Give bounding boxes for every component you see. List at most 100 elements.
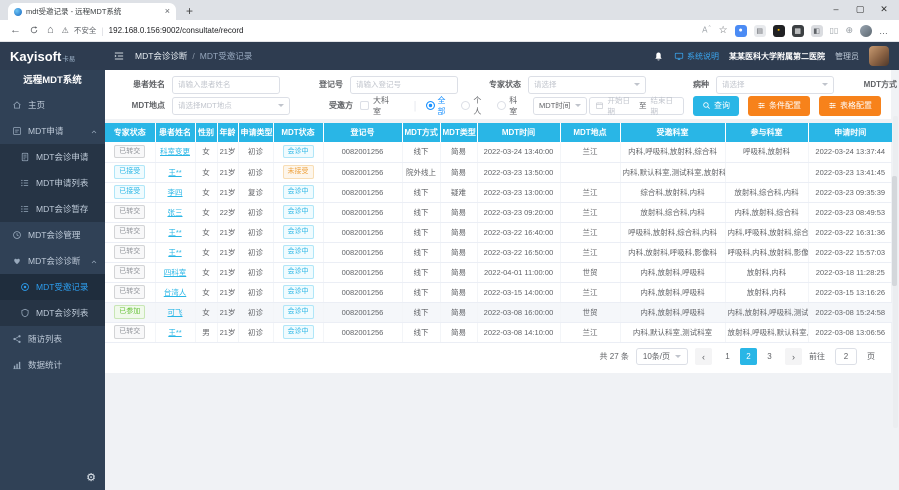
font-size-icon[interactable]: A⌃	[702, 26, 712, 35]
table-row[interactable]: 已转交科室变更女21岁初诊会诊中0082001256线下简易2022-03-24…	[105, 142, 892, 162]
patient-name-link[interactable]: 王**	[168, 328, 181, 337]
settings-gear-icon[interactable]: ⚙	[86, 471, 96, 484]
cell-expert-status: 已转交	[105, 262, 155, 282]
page-button-3[interactable]: 3	[761, 348, 778, 365]
prev-page-button[interactable]: ‹	[695, 348, 712, 365]
next-page-button[interactable]: ›	[785, 348, 802, 365]
invitee-radio-个人[interactable]	[461, 101, 470, 110]
sidebar-item-mdt-apply-list[interactable]: MDT申请列表	[0, 170, 105, 196]
sidebar-item-mdt-invite-record[interactable]: MDT受邀记录	[0, 274, 105, 300]
cell-mdt-place: 兰江	[560, 142, 620, 162]
caret-down-icon	[278, 104, 284, 107]
radio-label[interactable]: 全部	[438, 95, 452, 117]
sidebar-item-label: MDT会诊管理	[28, 229, 80, 241]
sidebar-item-mdt-consult-list[interactable]: MDT会诊列表	[0, 300, 105, 326]
expert-status-select[interactable]: 请选择	[528, 76, 646, 94]
column-header-5: MDT状态	[273, 123, 323, 142]
extension-icon[interactable]: ●	[735, 25, 747, 37]
expert-status-badge: 已接受	[114, 185, 145, 198]
search-icon	[702, 101, 711, 110]
sidebar-item-mdt-manage[interactable]: MDT会诊管理	[0, 222, 105, 248]
browser-profile-avatar[interactable]	[860, 25, 872, 37]
patient-name-link[interactable]: 王**	[168, 228, 181, 237]
patient-name-input[interactable]	[172, 76, 280, 94]
radio-label[interactable]: 个人	[473, 95, 487, 117]
table-row[interactable]: 已转交四科室女21岁初诊会诊中0082001256线下简易2022-04-01 …	[105, 262, 892, 282]
table-row[interactable]: 已转交王**男21岁初诊会诊中0082001256线下简易2022-03-08 …	[105, 322, 892, 342]
table-row[interactable]: 已转交张三女22岁初诊会诊中0082001256线下简易2022-03-23 0…	[105, 202, 892, 222]
table-row[interactable]: 已转交王**女21岁初诊会诊中0082001256线下简易2022-03-22 …	[105, 222, 892, 242]
sidebar-item-mdt-apply-form[interactable]: MDT会诊申请	[0, 144, 105, 170]
extension-icon[interactable]: ▦	[792, 25, 804, 37]
window-close-button[interactable]: ✕	[873, 0, 895, 20]
cell-mdt-mode: 线下	[402, 282, 440, 302]
scrollbar-thumb[interactable]	[892, 176, 897, 286]
back-icon[interactable]: ←	[10, 25, 21, 36]
cell-mdt-status: 会诊中	[273, 202, 323, 222]
patient-name-link[interactable]: 四科室	[164, 268, 187, 277]
mdt-mode-label: MDT方式	[847, 79, 897, 90]
patient-name-link[interactable]: 张三	[168, 208, 183, 217]
goto-page-input[interactable]	[835, 348, 857, 365]
table-row[interactable]: 已参加可飞女21岁初诊会诊中0082001256线下简易2022-03-08 1…	[105, 302, 892, 322]
cell-name: 科室变更	[155, 142, 195, 162]
split-screen-icon[interactable]: ▯▯	[830, 27, 839, 35]
favorite-star-icon[interactable]: ☆	[719, 25, 728, 36]
refresh-icon[interactable]	[29, 25, 39, 36]
invitee-radio-全部[interactable]	[426, 101, 435, 110]
sidebar-item-mdt-apply-draft[interactable]: MDT会诊暂存	[0, 196, 105, 222]
disease-select[interactable]: 请选择	[716, 76, 834, 94]
browser-menu-icon[interactable]: …	[879, 26, 889, 36]
table-row[interactable]: 已转交王**女21岁初诊会诊中0082001256线下简易2022-03-22 …	[105, 242, 892, 262]
table-row[interactable]: 已转交台湾人女21岁初诊会诊中0082001256线下简易2022-03-15 …	[105, 282, 892, 302]
big-dept-checkbox[interactable]	[360, 101, 369, 110]
sidebar-item-mdt-apply[interactable]: MDT申请	[0, 118, 105, 144]
sidebar-item-mdt-diagnose[interactable]: MDT会诊诊断	[0, 248, 105, 274]
mdt-status-badge: 会诊中	[283, 225, 314, 238]
patient-name-link[interactable]: 台湾人	[164, 288, 187, 297]
table-row[interactable]: 已接受王**女21岁初诊未接受0082001256院外线上简易2022-03-2…	[105, 162, 892, 182]
user-avatar[interactable]	[869, 46, 889, 66]
browser-tab[interactable]: mdt受邀记录 - 远程MDT系统 ×	[8, 3, 176, 20]
url-field[interactable]: ⚠ 不安全 | 192.168.0.156:9002/consultate/re…	[62, 25, 694, 36]
collections-icon[interactable]: ⊕	[845, 26, 853, 35]
invitee-radio-科室[interactable]	[497, 101, 506, 110]
new-tab-button[interactable]: +	[186, 3, 193, 20]
mdt-status-badge: 会诊中	[283, 185, 314, 198]
patient-name-link[interactable]: 王**	[168, 168, 181, 177]
window-maximize-button[interactable]: ▢	[849, 0, 871, 20]
extension-icon[interactable]: ◧	[811, 25, 823, 37]
sidebar-item-home[interactable]: 主页	[0, 92, 105, 118]
mdt-place-select[interactable]: 请选择MDT地点	[172, 97, 290, 115]
page-button-2[interactable]: 2	[740, 348, 757, 365]
table-row[interactable]: 已接受李四女21岁复诊会诊中0082001256线下疑难2022-03-23 1…	[105, 182, 892, 202]
cell-name: 可飞	[155, 302, 195, 322]
search-button[interactable]: 查询	[693, 96, 739, 116]
patient-name-link[interactable]: 科室变更	[160, 147, 190, 156]
cell-mdt-mode: 院外线上	[402, 162, 440, 182]
cell-name: 王**	[155, 162, 195, 182]
patient-name-link[interactable]: 王**	[168, 248, 181, 257]
extension-icon[interactable]: ▤	[754, 25, 766, 37]
table-config-button[interactable]: 表格配置	[819, 96, 881, 116]
tab-close-icon[interactable]: ×	[165, 7, 170, 16]
date-range-picker[interactable]: 开始日期 至 结束日期	[589, 97, 684, 115]
sidebar-item-data-stats[interactable]: 数据统计	[0, 352, 105, 378]
patient-name-link[interactable]: 李四	[168, 188, 183, 197]
page-button-1[interactable]: 1	[719, 348, 736, 365]
system-help-link[interactable]: 系统说明	[674, 51, 719, 62]
sidebar-item-followup-list[interactable]: 随访列表	[0, 326, 105, 352]
radio-label[interactable]: 科室	[509, 95, 523, 117]
extension-icon[interactable]: ▪	[773, 25, 785, 37]
sidebar-fold-icon[interactable]	[113, 50, 125, 62]
home-icon[interactable]: ⌂	[47, 25, 54, 36]
window-minimize-button[interactable]: –	[825, 0, 847, 20]
cell-mdt-place: 兰江	[560, 242, 620, 262]
registry-input[interactable]	[350, 76, 458, 94]
page-scrollbar[interactable]	[893, 116, 898, 428]
patient-name-link[interactable]: 可飞	[168, 308, 183, 317]
mdt-time-select[interactable]: MDT时间	[533, 97, 587, 115]
page-size-select[interactable]: 10条/页	[636, 348, 688, 365]
notification-bell-icon[interactable]	[653, 50, 664, 61]
condition-config-button[interactable]: 条件配置	[748, 96, 810, 116]
